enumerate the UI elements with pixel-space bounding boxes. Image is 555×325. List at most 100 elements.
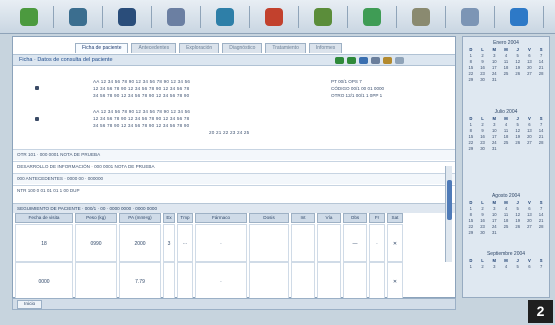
table-scrollbar[interactable]: [445, 166, 452, 262]
search-icon[interactable]: [383, 57, 392, 64]
calendar-day[interactable]: [535, 230, 547, 235]
calendar-day[interactable]: 27: [524, 224, 536, 229]
calendar-day[interactable]: 27: [524, 140, 536, 145]
calendar-day[interactable]: 9: [477, 59, 489, 64]
table-cell[interactable]: 0990: [75, 224, 117, 262]
calendar-day[interactable]: 21: [535, 134, 547, 139]
calendar-day[interactable]: 20: [524, 134, 536, 139]
calendar-day[interactable]: [535, 77, 547, 82]
calendar-day[interactable]: 5: [512, 206, 524, 211]
calendar-day[interactable]: [512, 230, 524, 235]
table-cell[interactable]: [317, 262, 341, 300]
info-row[interactable]: NTR 100 0 01 01 01 1 00 DUP: [13, 185, 455, 196]
calendar-day[interactable]: 7: [535, 264, 547, 269]
calendar-day[interactable]: 8: [465, 128, 477, 133]
calendar-day[interactable]: 26: [512, 224, 524, 229]
column-header[interactable]: Sat: [387, 213, 403, 223]
calendar-day[interactable]: 30: [477, 77, 489, 82]
calendar-day[interactable]: 19: [512, 218, 524, 223]
column-header[interactable]: Ex: [163, 213, 175, 223]
calendar-day[interactable]: 25: [500, 71, 512, 76]
table-cell[interactable]: [249, 262, 289, 300]
calendar-day[interactable]: [535, 146, 547, 151]
calendar-day[interactable]: 13: [524, 59, 536, 64]
calendar-day[interactable]: 29: [465, 77, 477, 82]
info-row[interactable]: DESARROLLO DE INFORMACIÓN · 000 0001 NOT…: [13, 161, 455, 172]
calendar-day[interactable]: 11: [500, 212, 512, 217]
calendar-day[interactable]: 13: [524, 128, 536, 133]
tab-4[interactable]: Tratamiento: [265, 43, 306, 53]
table-cell[interactable]: [177, 262, 193, 300]
calendar-day[interactable]: 1: [465, 53, 477, 58]
table-cell[interactable]: [291, 262, 315, 300]
calendar-day[interactable]: 23: [477, 71, 489, 76]
column-header[interactable]: Fecha de visita: [15, 213, 73, 223]
calendar-day[interactable]: 23: [477, 140, 489, 145]
calendar-day[interactable]: 7: [535, 53, 547, 58]
calendar-day[interactable]: 11: [500, 128, 512, 133]
table-cell[interactable]: ·: [195, 224, 247, 262]
table-cell[interactable]: ·: [369, 224, 385, 262]
calendar-day[interactable]: 4: [500, 264, 512, 269]
document-button[interactable]: [449, 2, 495, 32]
calendar-day[interactable]: 27: [524, 71, 536, 76]
table-cell[interactable]: 3: [163, 224, 175, 262]
gear-button[interactable]: [57, 2, 103, 32]
table-cell[interactable]: [75, 262, 117, 300]
calendar-day[interactable]: 2: [477, 206, 489, 211]
calendar-day[interactable]: 3: [488, 53, 500, 58]
tab-2[interactable]: Exploración: [179, 43, 220, 53]
calendar-day[interactable]: 4: [500, 53, 512, 58]
calendar-day[interactable]: 1: [465, 206, 477, 211]
calendar-day[interactable]: 5: [512, 264, 524, 269]
calendar-day[interactable]: 12: [512, 212, 524, 217]
calendar-day[interactable]: 17: [488, 218, 500, 223]
calendar-day[interactable]: 3: [488, 122, 500, 127]
column-header[interactable]: Fármaco: [195, 213, 247, 223]
calendar-day[interactable]: 14: [535, 59, 547, 64]
calendar-day[interactable]: 8: [465, 59, 477, 64]
calendar-day[interactable]: 6: [524, 264, 536, 269]
calendar-day[interactable]: 26: [512, 71, 524, 76]
calendar-day[interactable]: 15: [465, 218, 477, 223]
calendar-day[interactable]: 31: [488, 77, 500, 82]
prev-icon[interactable]: [335, 57, 344, 64]
column-header[interactable]: PA (mmHg): [119, 213, 161, 223]
calendar-day[interactable]: [500, 230, 512, 235]
chart-button[interactable]: [155, 2, 201, 32]
calendar-day[interactable]: 9: [477, 212, 489, 217]
calendar-day[interactable]: 22: [465, 224, 477, 229]
calendar-day[interactable]: 5: [512, 122, 524, 127]
user-button[interactable]: [253, 2, 299, 32]
calendar-day[interactable]: 20: [524, 65, 536, 70]
calendar-day[interactable]: [500, 77, 512, 82]
calendar-day[interactable]: 10: [488, 59, 500, 64]
calendar-day[interactable]: 4: [500, 122, 512, 127]
calendar-day[interactable]: 2: [477, 122, 489, 127]
calendar-day[interactable]: 2: [477, 264, 489, 269]
table-cell[interactable]: [249, 224, 289, 262]
calendar-day[interactable]: 2: [477, 53, 489, 58]
calendar-day[interactable]: 22: [465, 140, 477, 145]
column-header[interactable]: Vía: [317, 213, 341, 223]
table-cell[interactable]: [317, 224, 341, 262]
calendar-day[interactable]: 30: [477, 146, 489, 151]
moon-button[interactable]: [106, 2, 152, 32]
home-button[interactable]: [8, 2, 54, 32]
calendar-day[interactable]: 6: [524, 122, 536, 127]
table-cell[interactable]: —: [343, 224, 367, 262]
refresh-icon[interactable]: [359, 57, 368, 64]
table-cell[interactable]: [291, 224, 315, 262]
calendar-day[interactable]: [524, 146, 536, 151]
table-cell[interactable]: 7.79: [119, 262, 161, 300]
calendar-day[interactable]: 31: [488, 230, 500, 235]
calendar-day[interactable]: 12: [512, 59, 524, 64]
calendar-day[interactable]: 28: [535, 71, 547, 76]
tab-1[interactable]: Antecedentes: [131, 43, 177, 53]
calendar-day[interactable]: 10: [488, 128, 500, 133]
calendar-day[interactable]: 11: [500, 59, 512, 64]
tab-5[interactable]: Informes: [308, 43, 343, 53]
tools-button[interactable]: [400, 2, 446, 32]
calendar-day[interactable]: [500, 146, 512, 151]
calendar-day[interactable]: 22: [465, 71, 477, 76]
